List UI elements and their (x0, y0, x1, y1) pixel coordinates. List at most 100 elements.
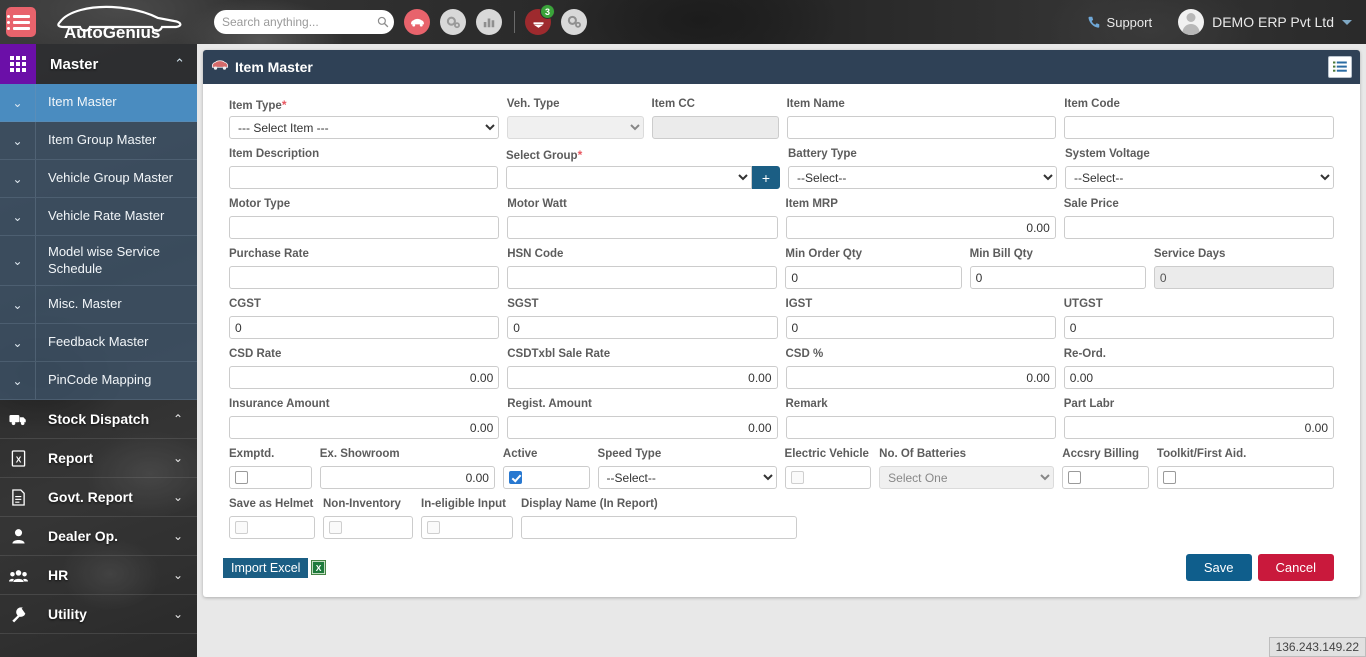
item-mrp-input[interactable] (785, 216, 1056, 239)
chevron-down-icon[interactable]: ⌄ (173, 529, 183, 543)
sgst-input[interactable] (507, 316, 778, 339)
part-labr-input[interactable] (1063, 416, 1334, 439)
display-name-input[interactable] (521, 516, 797, 539)
igst-input[interactable] (785, 316, 1056, 339)
system-voltage-select[interactable]: --Select-- (1065, 166, 1334, 189)
toolkit-first-aid-checkbox-wrap[interactable] (1156, 466, 1334, 489)
electric-vehicle-checkbox-wrap[interactable] (784, 466, 872, 489)
motor-watt-input[interactable] (507, 216, 778, 239)
hsn-code-input[interactable] (507, 266, 778, 289)
save-as-helmet-checkbox-wrap[interactable] (229, 516, 315, 539)
chevron-down-icon[interactable]: ⌄ (173, 451, 183, 465)
sidebar-item-misc-master[interactable]: ⌄ Misc. Master (0, 286, 197, 324)
select-group-select[interactable] (506, 166, 752, 189)
remark-input[interactable] (785, 416, 1056, 439)
ex-showroom-input[interactable] (319, 466, 495, 489)
autogenius-logo[interactable]: AutoGenius (50, 2, 190, 42)
min-bill-qty-input[interactable] (969, 266, 1146, 289)
chart-icon[interactable] (476, 9, 502, 35)
item-description-input[interactable] (229, 166, 498, 189)
sidebar-item-vehicle-group-master[interactable]: ⌄ Vehicle Group Master (0, 160, 197, 198)
chevron-up-icon[interactable]: ⌃ (174, 56, 185, 72)
csd-percent-input[interactable] (785, 366, 1056, 389)
sidebar-item-stock-dispatch[interactable]: Stock Dispatch ⌃ (0, 400, 197, 439)
field-sale-price: Sale Price (1063, 198, 1334, 239)
sidebar-item-pincode-mapping[interactable]: ⌄ PinCode Mapping (0, 362, 197, 400)
sidebar-item-feedback-master[interactable]: ⌄ Feedback Master (0, 324, 197, 362)
in-eligible-input-checkbox-wrap[interactable] (421, 516, 513, 539)
motor-type-input[interactable] (229, 216, 500, 239)
sidebar-section-label: Master (50, 55, 99, 73)
item-name-input[interactable] (786, 116, 1057, 139)
list-view-icon[interactable] (1328, 56, 1352, 78)
sidebar-item-report[interactable]: X Report ⌄ (0, 439, 197, 478)
in-eligible-input-checkbox[interactable] (427, 521, 440, 534)
car-icon[interactable] (404, 9, 430, 35)
active-checkbox-wrap[interactable] (502, 466, 590, 489)
chevron-down-icon: ⌄ (0, 160, 36, 197)
sidebar-item-vehicle-rate-master[interactable]: ⌄ Vehicle Rate Master (0, 198, 197, 236)
field-label: SGST (507, 298, 539, 310)
save-as-helmet-checkbox[interactable] (235, 521, 248, 534)
cgst-input[interactable] (229, 316, 500, 339)
min-order-qty-input[interactable] (785, 266, 962, 289)
add-group-button[interactable]: + (752, 166, 780, 189)
sidebar-item-utility[interactable]: Utility ⌄ (0, 595, 197, 634)
cancel-button[interactable]: Cancel (1257, 554, 1334, 581)
chevron-down-icon[interactable]: ⌄ (173, 607, 183, 621)
sidebar-item-label: Vehicle Rate Master (48, 208, 165, 224)
sidebar-item-govt-report[interactable]: Govt. Report ⌄ (0, 478, 197, 517)
import-excel-button[interactable]: Import Excel (223, 557, 309, 578)
gear-settings-icon[interactable] (561, 9, 587, 35)
save-button[interactable]: Save (1185, 554, 1252, 581)
re-ord-input[interactable] (1063, 366, 1334, 389)
form-row-9: Save as Helmet Non-Inventory In-eligible… (229, 498, 1334, 539)
sidebar-item-item-group-master[interactable]: ⌄ Item Group Master (0, 122, 197, 160)
sidebar-item-label: Misc. Master (48, 296, 122, 312)
sidebar-item-hr[interactable]: HR ⌄ (0, 556, 197, 595)
sidebar-section-master[interactable]: Master ⌃ (0, 44, 197, 84)
non-inventory-checkbox-wrap[interactable] (323, 516, 413, 539)
field-label: Re-Ord. (1063, 348, 1106, 360)
chevron-down-icon[interactable] (1342, 19, 1352, 25)
chevron-down-icon[interactable]: ⌄ (173, 568, 183, 582)
hamburger-menu-icon[interactable] (6, 7, 36, 37)
gears-icon[interactable] (440, 9, 466, 35)
csd-txbl-sale-rate-input[interactable] (507, 366, 778, 389)
speed-type-select[interactable]: --Select-- (597, 466, 777, 489)
insurance-amount-input[interactable] (229, 416, 500, 439)
notification-icon[interactable]: 3 (525, 4, 555, 35)
search-box[interactable] (214, 10, 394, 34)
csd-rate-input[interactable] (229, 366, 500, 389)
sidebar-item-dealer-op[interactable]: Dealer Op. ⌄ (0, 517, 197, 556)
sidebar-item-item-master[interactable]: ⌄ Item Master (0, 84, 197, 122)
search-input[interactable] (222, 15, 377, 29)
item-type-select[interactable]: --- Select Item --- (229, 116, 499, 139)
field-label: Remark (785, 398, 828, 410)
field-label: Toolkit/First Aid. (1156, 448, 1247, 460)
electric-vehicle-checkbox[interactable] (790, 471, 804, 484)
sidebar-item-model-wise-service-schedule[interactable]: ⌄ Model wise Service Schedule (0, 236, 197, 286)
veh-type-select[interactable] (506, 116, 644, 139)
item-code-input[interactable] (1064, 116, 1335, 139)
exmptd-checkbox[interactable] (235, 471, 248, 484)
battery-type-select[interactable]: --Select-- (788, 166, 1057, 189)
regist-amount-input[interactable] (507, 416, 778, 439)
non-inventory-checkbox[interactable] (329, 521, 342, 534)
sale-price-input[interactable] (1063, 216, 1334, 239)
service-days-input[interactable] (1153, 266, 1334, 289)
purchase-rate-input[interactable] (229, 266, 500, 289)
no-of-batteries-select[interactable]: Select One (879, 466, 1055, 489)
excel-file-icon[interactable]: X (311, 560, 327, 575)
toolkit-first-aid-checkbox[interactable] (1162, 471, 1176, 484)
active-checkbox[interactable] (508, 471, 522, 484)
support-button[interactable]: Support (1087, 15, 1152, 30)
user-menu[interactable]: DEMO ERP Pvt Ltd (1178, 9, 1352, 35)
item-cc-input[interactable] (651, 116, 779, 139)
chevron-down-icon[interactable]: ⌄ (173, 490, 183, 504)
exmptd-checkbox-wrap[interactable] (229, 466, 312, 489)
utgst-input[interactable] (1063, 316, 1334, 339)
accsry-billing-checkbox[interactable] (1068, 471, 1082, 484)
chevron-up-icon[interactable]: ⌃ (173, 412, 183, 426)
accsry-billing-checkbox-wrap[interactable] (1062, 466, 1149, 489)
